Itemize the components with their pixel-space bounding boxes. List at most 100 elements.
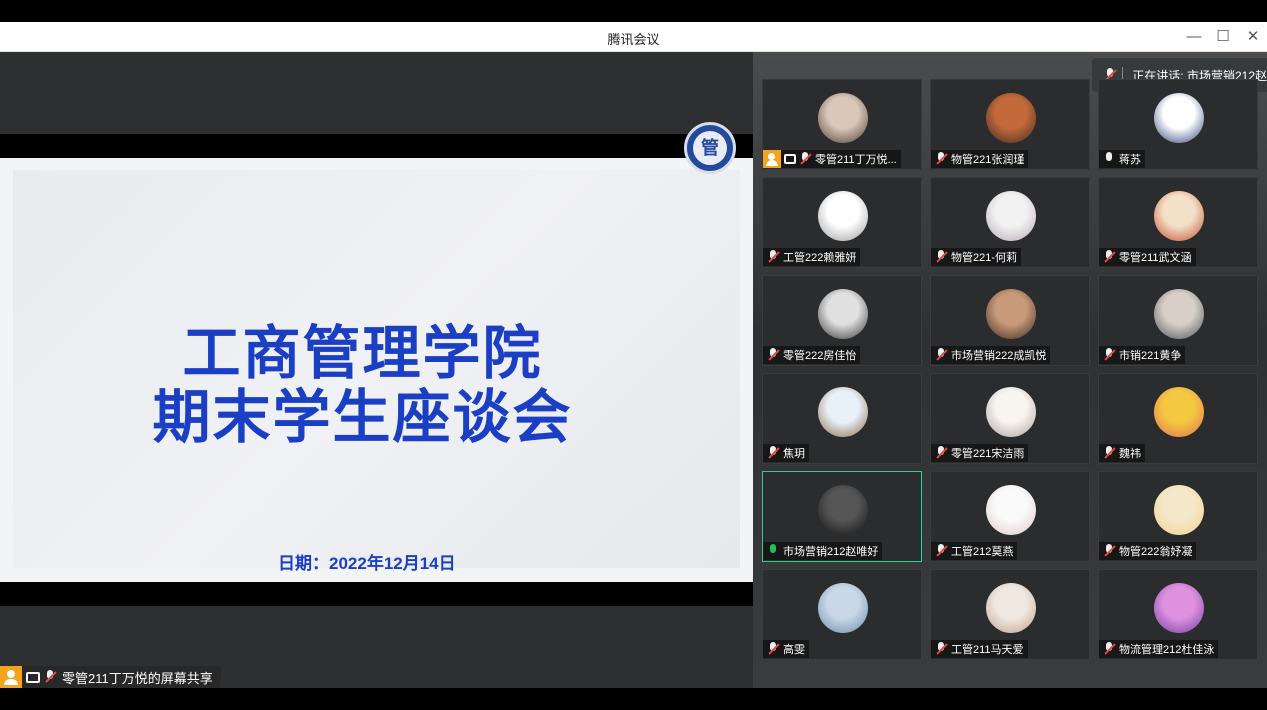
participant-label: 工管211马天爱	[931, 640, 1028, 658]
participant-label: 物管221张润瑾	[931, 150, 1029, 168]
participant-label: 零管211丁万悦...	[763, 150, 901, 168]
mic-muted-icon	[1103, 544, 1115, 558]
avatar	[1154, 583, 1204, 633]
participant-tile[interactable]: 物管221-何莉	[930, 177, 1090, 268]
share-label-text: 零管211丁万悦的屏幕共享	[62, 670, 213, 686]
participant-label: 工管212莫燕	[931, 542, 1018, 560]
participant-label: 零管222房佳怡	[763, 346, 861, 364]
participant-name: 物管221张润瑾	[951, 154, 1025, 166]
mic-muted-icon	[799, 152, 811, 166]
participant-label: 物管221-何莉	[931, 248, 1022, 266]
bottom-black-bar	[0, 688, 1267, 710]
school-logo: 管	[684, 122, 736, 174]
avatar	[986, 583, 1036, 633]
participant-tile[interactable]: 工管211马天爱	[930, 569, 1090, 660]
participant-label: 物流管理212杜佳泳	[1099, 640, 1219, 658]
slide-date: 日期：2022年12月14日	[278, 554, 456, 573]
avatar	[818, 289, 868, 339]
avatar	[986, 289, 1036, 339]
avatar	[1154, 191, 1204, 241]
participant-name: 工管212莫燕	[951, 546, 1014, 558]
slide-title-line2: 期末学生座谈会	[152, 383, 573, 451]
participant-tile[interactable]: 物流管理212杜佳泳	[1098, 569, 1258, 660]
participant-name: 市场营销222成凯悦	[951, 350, 1047, 362]
avatar	[818, 387, 868, 437]
participant-tile[interactable]: 市场营销212赵唯好	[762, 471, 922, 562]
avatar	[1154, 387, 1204, 437]
participant-tile[interactable]: 物管222翁妤凝	[1098, 471, 1258, 562]
participant-label: 焦玥	[763, 444, 809, 462]
logo-emblem: 管	[693, 131, 727, 165]
mic-icon	[1103, 152, 1115, 166]
participant-tile[interactable]: 市场营销222成凯悦	[930, 275, 1090, 366]
host-icon	[0, 666, 22, 688]
avatar	[986, 485, 1036, 535]
avatar	[1154, 93, 1204, 143]
participant-name: 高雯	[783, 644, 805, 656]
participant-label: 市场营销212赵唯好	[763, 542, 883, 560]
participant-tile[interactable]: 零管211武文涵	[1098, 177, 1258, 268]
window-title: 腾讯会议	[607, 32, 660, 47]
participant-label: 物管222翁妤凝	[1099, 542, 1197, 560]
mic-muted-icon	[935, 642, 947, 656]
mic-muted-icon	[935, 348, 947, 362]
participant-tile[interactable]: 零管211丁万悦...	[762, 79, 922, 170]
participant-name: 零管211丁万悦...	[815, 154, 897, 166]
participant-name: 魏祎	[1119, 448, 1141, 460]
mic-muted-icon	[1103, 250, 1115, 264]
participant-tile[interactable]: 零管222房佳怡	[762, 275, 922, 366]
top-black-bar	[0, 0, 1267, 22]
mic-muted-icon	[767, 250, 779, 264]
close-icon[interactable]: ✕	[1242, 26, 1264, 48]
participant-label: 魏祎	[1099, 444, 1145, 462]
maximize-icon[interactable]: ☐	[1212, 26, 1234, 48]
participant-tile[interactable]: 蒋苏	[1098, 79, 1258, 170]
participant-label: 蒋苏	[1099, 150, 1145, 168]
participant-tile[interactable]: 焦玥	[762, 373, 922, 464]
participant-name: 物流管理212杜佳泳	[1119, 644, 1215, 656]
mic-muted-icon	[1103, 446, 1115, 460]
mic-muted-icon	[1103, 348, 1115, 362]
avatar	[1154, 289, 1204, 339]
participant-tile[interactable]: 零管221宋洁雨	[930, 373, 1090, 464]
participant-label: 市场营销222成凯悦	[931, 346, 1051, 364]
mic-muted-icon	[1103, 642, 1115, 656]
mic-muted-icon	[767, 446, 779, 460]
avatar	[818, 583, 868, 633]
participant-label: 高雯	[763, 640, 809, 658]
participant-name: 零管222房佳怡	[783, 350, 857, 362]
participant-name: 焦玥	[783, 448, 805, 460]
participant-name: 工管222赖雅妍	[783, 252, 857, 264]
mic-muted-icon	[44, 670, 56, 684]
participant-name: 物管222翁妤凝	[1119, 546, 1193, 558]
mic-icon	[767, 544, 779, 558]
avatar	[986, 191, 1036, 241]
participant-label: 工管222赖雅妍	[763, 248, 861, 266]
participant-tile[interactable]: 市销221黄争	[1098, 275, 1258, 366]
participant-tile[interactable]: 高雯	[762, 569, 922, 660]
avatar	[1154, 485, 1204, 535]
mic-muted-icon	[935, 544, 947, 558]
participant-label: 市销221黄争	[1099, 346, 1186, 364]
letterbox-top	[0, 134, 753, 158]
participant-name: 市场营销212赵唯好	[783, 546, 879, 558]
participant-name: 工管211马天爱	[951, 644, 1024, 656]
participant-name: 市销221黄争	[1119, 350, 1182, 362]
participant-tile[interactable]: 物管221张润瑾	[930, 79, 1090, 170]
participant-name: 零管221宋洁雨	[951, 448, 1025, 460]
participant-name: 蒋苏	[1119, 154, 1141, 166]
screen-share-icon	[26, 671, 40, 683]
mic-muted-icon	[935, 446, 947, 460]
screen-share-icon	[784, 154, 796, 164]
participant-label: 零管221宋洁雨	[931, 444, 1029, 462]
avatar	[986, 93, 1036, 143]
participant-name: 零管211武文涵	[1119, 252, 1192, 264]
avatar	[818, 485, 868, 535]
mic-muted-icon	[935, 152, 947, 166]
participant-tile[interactable]: 魏祎	[1098, 373, 1258, 464]
participant-tile[interactable]: 工管222赖雅妍	[762, 177, 922, 268]
minimize-icon[interactable]: —	[1183, 26, 1205, 48]
title-bar: 腾讯会议 — ☐ ✕	[0, 22, 1267, 52]
participant-name: 物管221-何莉	[951, 252, 1018, 264]
participant-tile[interactable]: 工管212莫燕	[930, 471, 1090, 562]
